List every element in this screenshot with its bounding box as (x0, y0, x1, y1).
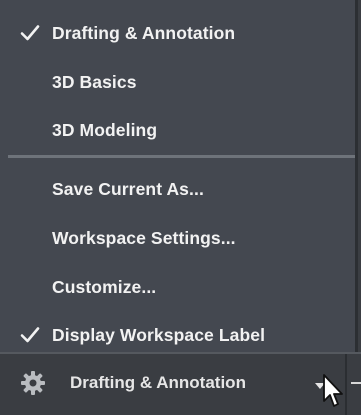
menu-item-display-workspace-label[interactable]: Display Workspace Label (0, 315, 355, 355)
menu-item-3d-modeling[interactable]: 3D Modeling (0, 110, 355, 150)
menu-item-save-current-as[interactable]: Save Current As... (0, 169, 355, 209)
chevron-down-icon[interactable] (314, 378, 326, 389)
autocad-workspace-switcher: Drafting & Annotation 3D Basics 3D Model… (0, 0, 361, 415)
workspace-menu: Drafting & Annotation 3D Basics 3D Model… (0, 0, 358, 352)
menu-item-label: Workspace Settings... (52, 228, 236, 248)
menu-item-label: Drafting & Annotation (52, 23, 236, 43)
minus-icon[interactable] (351, 382, 361, 384)
gear-icon[interactable] (20, 370, 46, 396)
status-divider (345, 354, 347, 415)
menu-item-3d-basics[interactable]: 3D Basics (0, 62, 355, 102)
menu-item-customize[interactable]: Customize... (0, 267, 355, 307)
menu-item-label: Save Current As... (52, 179, 204, 199)
menu-separator (8, 155, 355, 158)
menu-item-drafting-annotation[interactable]: Drafting & Annotation (0, 13, 355, 53)
menu-item-workspace-settings[interactable]: Workspace Settings... (0, 218, 355, 258)
menu-item-label: Customize... (52, 277, 157, 297)
menu-item-label: 3D Modeling (52, 120, 158, 140)
checkmark-icon (19, 315, 41, 355)
workspace-switcher-button[interactable]: Drafting & Annotation (70, 368, 246, 398)
menu-item-label: Display Workspace Label (52, 325, 266, 345)
checkmark-icon (19, 13, 41, 53)
menu-item-label: 3D Basics (52, 72, 137, 92)
status-bar: Drafting & Annotation (0, 352, 361, 415)
